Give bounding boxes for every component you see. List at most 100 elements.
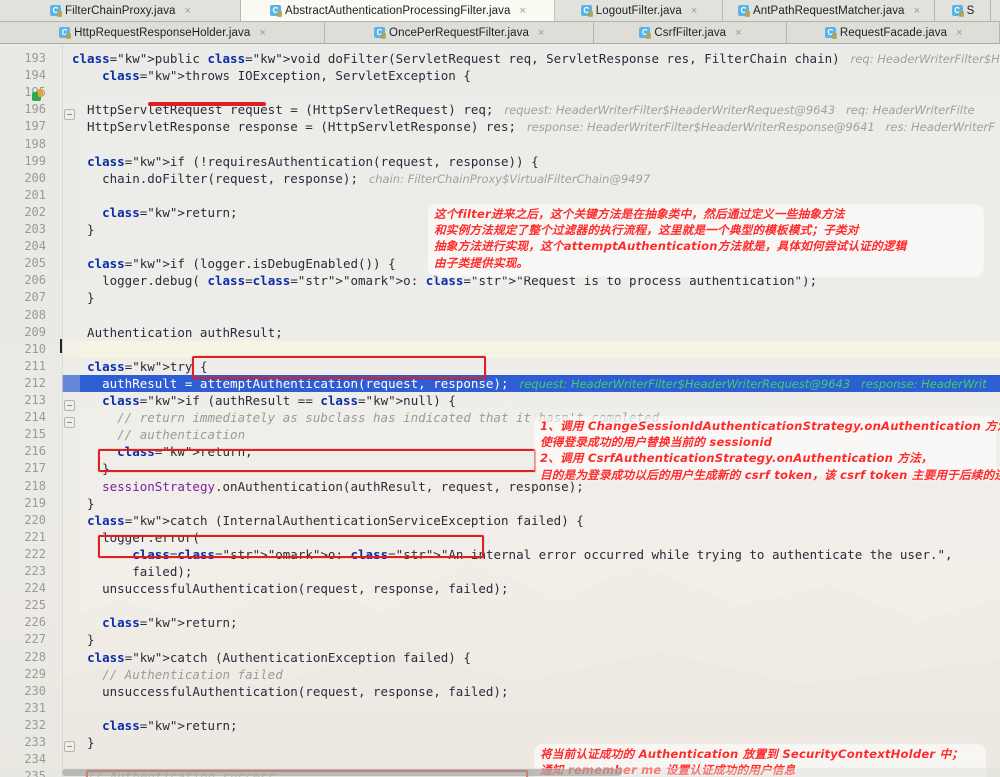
code-line-text: sessionStrategy.onAuthentication(authRes…	[102, 478, 584, 494]
line-number: 214	[24, 410, 46, 425]
line-number: 219	[24, 495, 46, 510]
editor-tab-label: AntPathRequestMatcher.java	[753, 4, 905, 17]
line-number: 225	[24, 598, 46, 613]
horizontal-scrollbar[interactable]	[62, 768, 1000, 777]
code-line[interactable]: 210	[0, 341, 1000, 358]
code-line[interactable]: 212 authResult = attemptAuthentication(r…	[0, 375, 1000, 392]
code-line[interactable]: 195	[0, 84, 1000, 101]
java-class-icon: C	[374, 27, 387, 39]
code-line-text: class="kw">if (logger.isDebugEnabled()) …	[87, 256, 396, 272]
java-class-icon: C	[639, 27, 652, 39]
code-line-text: class="kw">if (!requiresAuthentication(r…	[87, 153, 539, 169]
line-number: 196	[24, 102, 46, 117]
code-line-text: unsuccessfulAuthentication(request, resp…	[72, 581, 509, 597]
code-line[interactable]: 207 }	[0, 289, 1000, 306]
editor-tab-antpathrequestmatcher[interactable]: C AntPathRequestMatcher.java ×	[723, 0, 935, 21]
code-line-text: class="kw">return;	[102, 717, 238, 733]
code-line[interactable]: 211 class="kw">try {	[0, 358, 1000, 375]
code-line[interactable]: 231	[0, 700, 1000, 717]
code-line[interactable]: 228 class="kw">catch (AuthenticationExce…	[0, 649, 1000, 666]
code-line-text: }	[72, 461, 110, 477]
editor-tab-label: AbstractAuthenticationProcessingFilter.j…	[285, 4, 511, 17]
code-line[interactable]: 225	[0, 597, 1000, 614]
line-number: 220	[24, 512, 46, 527]
line-number: 194	[24, 68, 46, 83]
editor-tab-label: S	[966, 4, 975, 17]
code-line[interactable]: 197 HttpServletResponse response = (Http…	[0, 118, 1000, 135]
tab-close-icon[interactable]: ×	[914, 5, 920, 17]
code-line[interactable]: 220 class="kw">catch (InternalAuthentica…	[0, 512, 1000, 529]
tab-close-icon[interactable]: ×	[538, 27, 544, 39]
code-line[interactable]: 221 logger.error(	[0, 529, 1000, 546]
code-line-text: unsuccessfulAuthentication(request, resp…	[72, 683, 509, 699]
code-line[interactable]: 226 class="kw">return;	[0, 614, 1000, 631]
editor-tab-httprequestresponseholder[interactable]: C HttpRequestResponseHolder.java ×	[0, 22, 325, 43]
editor-tab-label: OncePerRequestFilter.java	[389, 26, 529, 39]
line-number: 216	[24, 444, 46, 459]
code-line-text: class="kw">return;	[102, 615, 238, 631]
editor-tab-label: RequestFacade.java	[839, 26, 948, 39]
code-line-text: logger.error(	[72, 529, 200, 545]
tab-close-icon[interactable]: ×	[691, 5, 697, 17]
code-line-text: // Authentication failed	[72, 666, 283, 682]
code-line[interactable]: 208	[0, 307, 1000, 324]
code-line-text: }	[72, 632, 95, 648]
editor-tab-label: FilterChainProxy.java	[65, 4, 176, 17]
line-number: 203	[24, 222, 46, 236]
fold-glyph-icon-215[interactable]	[64, 417, 75, 428]
java-class-icon: C	[580, 5, 593, 17]
code-line-text: class="kw">throws IOException, ServletEx…	[102, 68, 471, 84]
fold-glyph-icon-214[interactable]	[64, 400, 75, 411]
code-line[interactable]: 224 unsuccessfulAuthentication(request, …	[0, 580, 1000, 597]
editor-tab-requestfacade[interactable]: C RequestFacade.java ×	[787, 22, 1000, 43]
tab-close-icon[interactable]: ×	[735, 27, 741, 39]
tab-close-icon[interactable]: ×	[259, 27, 265, 39]
line-number: 222	[24, 546, 46, 561]
code-line[interactable]: 230 unsuccessfulAuthentication(request, …	[0, 683, 1000, 700]
run-gutter-icon[interactable]	[32, 89, 43, 101]
line-number: 211	[24, 358, 46, 373]
line-number: 229	[24, 666, 46, 681]
editor-tab-abstractauthenticationprocessingfilter[interactable]: C AbstractAuthenticationProcessingFilter.…	[241, 0, 555, 21]
code-line-text: Authentication authResult;	[72, 324, 283, 340]
editor-tab-onceperrequestfilter[interactable]: C OncePerRequestFilter.java ×	[325, 22, 594, 43]
editor-tab-csrffilter[interactable]: C CsrfFilter.java ×	[594, 22, 788, 43]
code-line-text: authResult = attemptAuthentication(reque…	[72, 375, 987, 391]
editor-tab-label: HttpRequestResponseHolder.java	[74, 26, 251, 39]
code-line[interactable]: 232 class="kw">return;	[0, 717, 1000, 734]
code-line[interactable]: 213 class="kw">if (authResult == class="…	[0, 392, 1000, 409]
tab-close-icon[interactable]: ×	[520, 5, 526, 17]
code-line[interactable]: 194 class="kw">throws IOException, Servl…	[0, 67, 1000, 84]
code-text-area[interactable]: 193 class="kw">public class="kw">void doF…	[0, 44, 1000, 777]
editor-tab-filterchainproxy[interactable]: C FilterChainProxy.java ×	[0, 0, 241, 21]
code-line-text: class=class="str">"omark">o: class="str"…	[132, 546, 953, 562]
line-number: 224	[24, 581, 46, 596]
code-line[interactable]: 200 chain.doFilter(request, response); c…	[0, 170, 1000, 187]
line-number: 200	[24, 170, 46, 185]
java-class-icon: C	[270, 5, 283, 17]
line-number: 205	[24, 256, 46, 271]
code-line-text: class="kw">return;	[102, 204, 238, 220]
fold-glyph-icon-241[interactable]	[64, 741, 75, 752]
code-line[interactable]: 209 Authentication authResult;	[0, 324, 1000, 341]
code-line[interactable]: 223 failed);	[0, 563, 1000, 580]
line-number: 234	[24, 752, 46, 767]
code-line[interactable]: 201	[0, 187, 1000, 204]
code-line[interactable]: 219 }	[0, 495, 1000, 512]
editor-tab-s[interactable]: CS	[935, 0, 991, 21]
code-line[interactable]: 193 class="kw">public class="kw">void doF…	[0, 50, 1000, 67]
tab-close-icon[interactable]: ×	[956, 27, 962, 39]
tab-close-icon[interactable]: ×	[185, 5, 191, 17]
editor-tab-logoutfilter[interactable]: C LogoutFilter.java ×	[555, 0, 723, 21]
code-line[interactable]: 227 }	[0, 631, 1000, 648]
code-line[interactable]: 222 class=class="str">"omark">o: class="…	[0, 546, 1000, 563]
fold-glyph-icon-194[interactable]	[64, 109, 75, 120]
code-line[interactable]: 199 class="kw">if (!requiresAuthenticati…	[0, 153, 1000, 170]
java-class-icon: C	[738, 5, 750, 17]
code-line[interactable]: 229 // Authentication failed	[0, 666, 1000, 683]
editor-tab-bar-row-2: C HttpRequestResponseHolder.java × C OncePer…	[0, 22, 1000, 44]
line-number: 231	[24, 700, 46, 715]
code-editor[interactable]: 193 class="kw">public class="kw">void doF…	[0, 44, 1000, 777]
code-line[interactable]: 198	[0, 136, 1000, 153]
code-line-text: class="kw">try {	[87, 358, 208, 374]
